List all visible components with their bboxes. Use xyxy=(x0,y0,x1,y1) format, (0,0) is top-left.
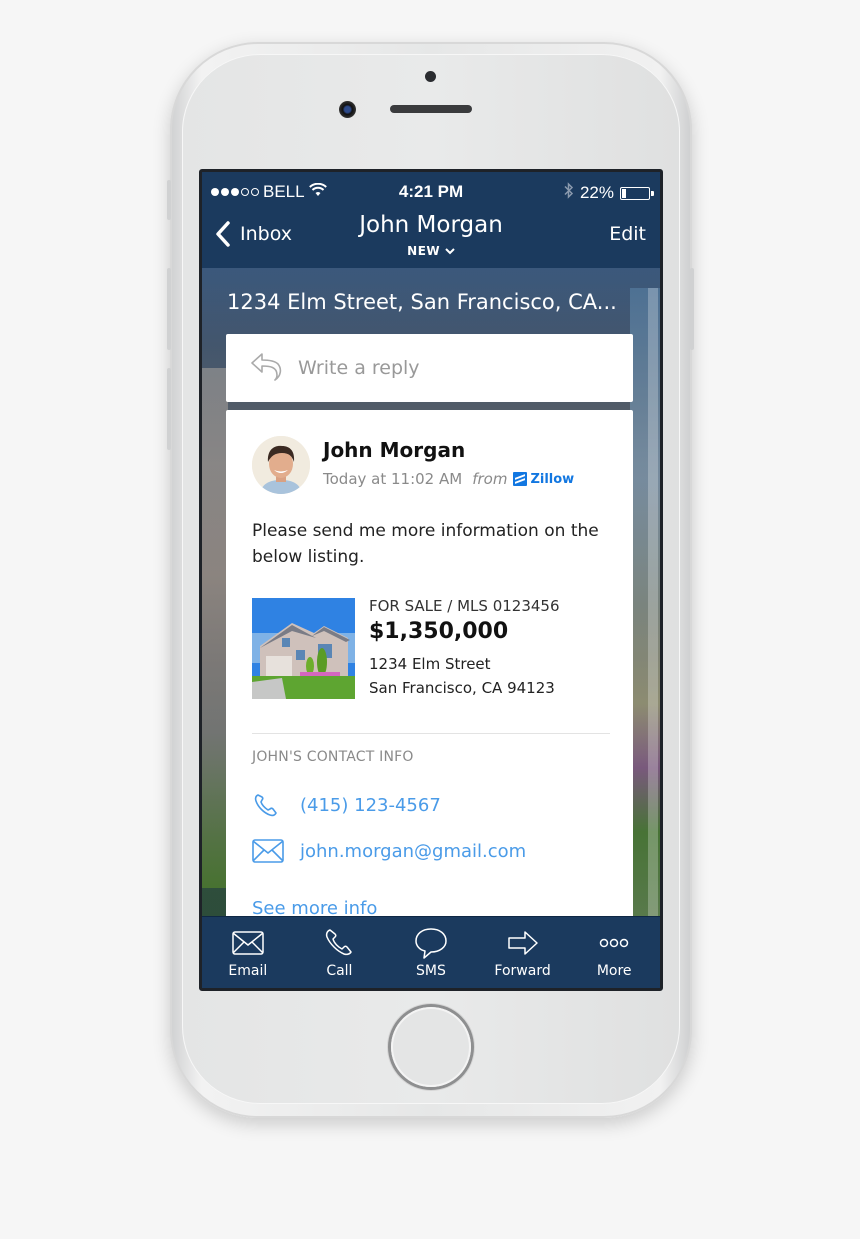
battery-percent: 22% xyxy=(579,183,614,202)
chevron-down-icon xyxy=(445,248,455,255)
tab-label: Email xyxy=(228,963,268,979)
message-body: Please send me more information on the b… xyxy=(252,521,599,567)
reply-input[interactable]: Write a reply xyxy=(226,334,633,402)
contact-email-link[interactable]: john.morgan@gmail.com xyxy=(252,838,526,864)
status-label: NEW xyxy=(407,244,441,258)
listing-price: $1,350,000 xyxy=(369,619,509,644)
listing-preview[interactable]: FOR SALE / MLS 0123456 $1,350,000 1234 E… xyxy=(252,597,612,703)
action-tab-bar: Email Call SMS Forward More xyxy=(202,916,660,988)
section-divider xyxy=(252,733,610,734)
envelope-icon xyxy=(252,839,284,863)
front-camera xyxy=(339,101,356,118)
zillow-logo-icon xyxy=(513,472,528,486)
background-house-image xyxy=(202,368,228,888)
power-button xyxy=(690,268,694,350)
battery-icon xyxy=(620,186,654,200)
home-button[interactable] xyxy=(391,1007,471,1087)
reply-placeholder: Write a reply xyxy=(298,357,420,379)
contact-email: john.morgan@gmail.com xyxy=(300,840,527,862)
sender-avatar[interactable] xyxy=(252,436,310,494)
listing-status: FOR SALE / MLS 0123456 xyxy=(369,597,560,615)
status-dropdown[interactable]: NEW xyxy=(202,244,660,258)
sender-name: John Morgan xyxy=(323,438,466,462)
scrollbar[interactable] xyxy=(648,288,658,918)
listing-street: 1234 Elm Street xyxy=(369,655,491,673)
message-timestamp: Today at 11:02 AM xyxy=(323,470,463,488)
navigation-bar: Inbox John Morgan NEW Edit xyxy=(202,210,660,268)
phone-icon xyxy=(254,794,277,817)
speech-bubble-icon xyxy=(415,928,447,959)
tab-call[interactable]: Call xyxy=(294,917,386,988)
message-meta: Today at 11:02 AM from Zillow xyxy=(323,470,574,488)
edit-button[interactable]: Edit xyxy=(609,223,646,245)
tab-label: SMS xyxy=(416,963,446,979)
tab-label: Call xyxy=(326,963,353,979)
contact-info-heading: JOHN'S CONTACT INFO xyxy=(252,749,414,765)
tab-label: More xyxy=(596,963,632,979)
mute-switch xyxy=(167,180,171,220)
bluetooth-icon xyxy=(564,182,574,204)
forward-arrow-icon xyxy=(507,931,538,955)
status-bar: BELL 4:21 PM 22% xyxy=(202,172,660,210)
tab-forward[interactable]: Forward xyxy=(477,917,569,988)
phone-icon xyxy=(326,929,353,956)
battery-level xyxy=(622,188,627,198)
lead-source[interactable]: Zillow xyxy=(513,472,574,487)
volume-up-button xyxy=(167,268,171,350)
listing-address-title: 1234 Elm Street, San Francisco, CA... xyxy=(227,290,617,314)
from-label: from xyxy=(472,470,508,488)
envelope-icon xyxy=(232,931,264,955)
status-right: 22% xyxy=(564,182,654,204)
see-more-info-link[interactable]: See more info xyxy=(252,898,377,918)
volume-down-button xyxy=(167,368,171,450)
tab-sms[interactable]: SMS xyxy=(385,917,477,988)
tab-more[interactable]: More xyxy=(568,917,660,988)
proximity-sensor xyxy=(425,71,436,82)
conversation-content: 1234 Elm Street, San Francisco, CA... Wr… xyxy=(202,268,660,918)
phone-screen: BELL 4:21 PM 22% Inbox John Morgan NEW E… xyxy=(199,169,663,991)
more-dots-icon xyxy=(599,938,629,948)
reply-arrow-icon xyxy=(250,351,284,385)
earpiece-speaker xyxy=(390,105,472,113)
conversation-title: John Morgan xyxy=(359,212,503,238)
listing-city: San Francisco, CA 94123 xyxy=(369,679,555,697)
message-card: John Morgan Today at 11:02 AM from Zillo… xyxy=(226,410,633,918)
tab-email[interactable]: Email xyxy=(202,917,294,988)
tab-label: Forward xyxy=(494,963,551,979)
contact-phone: (415) 123-4567 xyxy=(300,794,441,816)
lead-source-name: Zillow xyxy=(530,471,575,487)
contact-phone-link[interactable]: (415) 123-4567 xyxy=(252,792,441,818)
listing-photo[interactable] xyxy=(252,598,355,699)
